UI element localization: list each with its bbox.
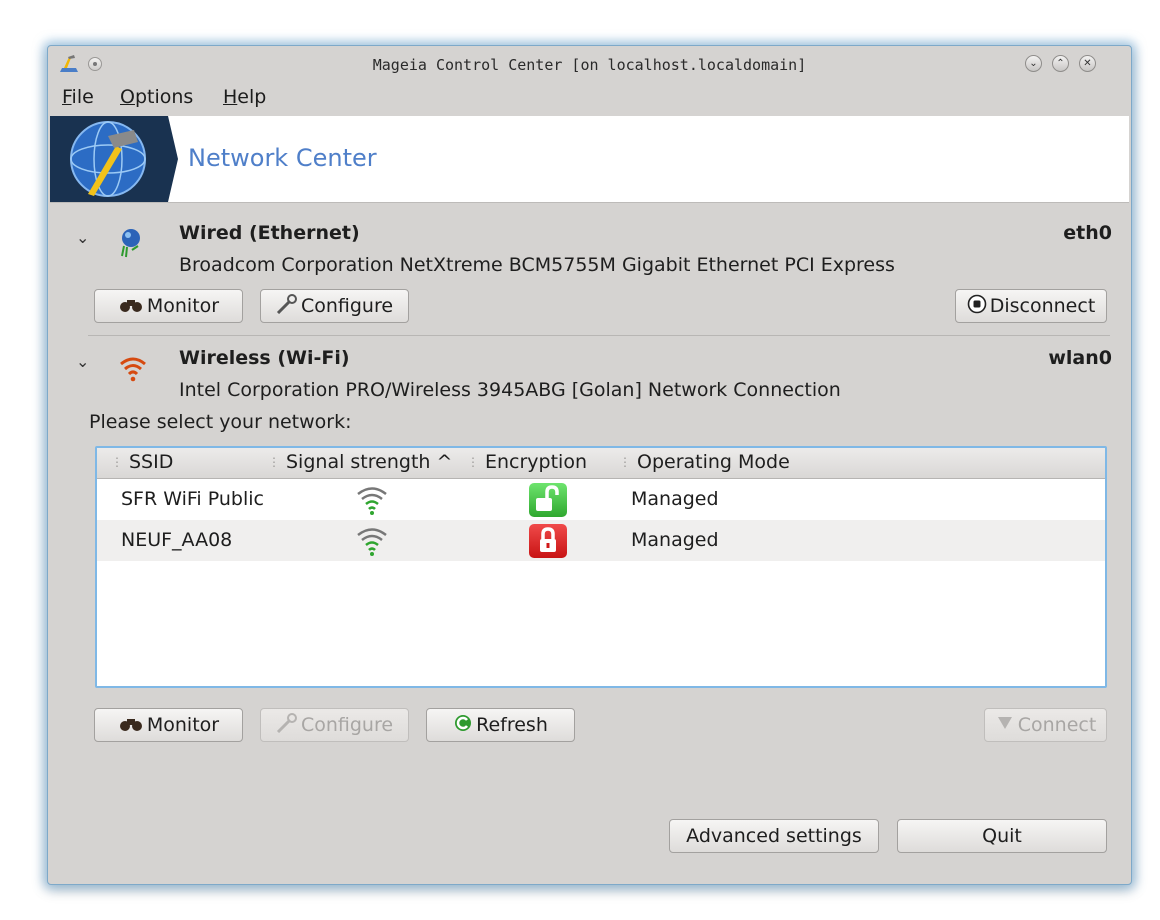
- wrench-icon: [276, 712, 298, 738]
- table-row[interactable]: NEUF_AA08 Managed: [97, 520, 1105, 561]
- column-grip-icon: ⋮: [111, 455, 123, 469]
- wireless-monitor-label: Monitor: [146, 714, 220, 736]
- column-mode-label: Operating Mode: [637, 451, 790, 473]
- network-select-prompt: Please select your network:: [89, 411, 352, 433]
- wireless-interface: wlan0: [1048, 347, 1112, 369]
- wired-disconnect-label: Disconnect: [989, 295, 1096, 317]
- wired-configure-button[interactable]: Configure: [260, 289, 409, 323]
- header-banner: Network Center: [50, 116, 1129, 203]
- wired-disconnect-button[interactable]: Disconnect: [955, 289, 1107, 323]
- maximize-icon[interactable]: ⌃: [1052, 55, 1069, 72]
- title-bar[interactable]: Mageia Control Center [on localhost.loca…: [48, 46, 1131, 84]
- wired-interface: eth0: [1063, 222, 1112, 244]
- binoculars-icon: [118, 714, 144, 736]
- minimize-icon[interactable]: ⌄: [1025, 55, 1042, 72]
- column-grip-icon: ⋮: [268, 455, 280, 469]
- advanced-settings-label: Advanced settings: [686, 825, 862, 847]
- wired-configure-label: Configure: [300, 295, 394, 317]
- menu-options-label: ptions: [134, 86, 194, 108]
- network-list-header: ⋮ SSID ⋮ Signal strength ^ ⋮ Encryption ⋮ Op…: [97, 448, 1105, 479]
- page-title: Network Center: [188, 144, 377, 172]
- column-grip-icon: ⋮: [619, 455, 631, 469]
- network-ssid: SFR WiFi Public: [121, 488, 264, 510]
- wired-monitor-label: Monitor: [146, 295, 220, 317]
- sort-ascending-icon: ^: [436, 451, 453, 473]
- wired-collapse-chevron-icon[interactable]: ⌄: [76, 228, 89, 247]
- menu-bar: File Options Help: [48, 84, 1131, 114]
- menu-file[interactable]: File: [62, 86, 94, 108]
- wired-description: Broadcom Corporation NetXtreme BCM5755M …: [179, 254, 895, 276]
- wireless-configure-button[interactable]: Configure: [260, 708, 409, 742]
- menu-help-mnemonic: H: [223, 86, 238, 108]
- menu-help[interactable]: Help: [223, 86, 266, 108]
- network-mode: Managed: [631, 529, 719, 551]
- unlocked-icon: [529, 483, 567, 517]
- wireless-configure-label: Configure: [300, 714, 394, 736]
- wired-title: Wired (Ethernet): [179, 222, 360, 244]
- quit-button[interactable]: Quit: [897, 819, 1107, 853]
- wireless-monitor-button[interactable]: Monitor: [94, 708, 243, 742]
- section-divider: [88, 335, 1110, 336]
- wireless-description: Intel Corporation PRO/Wireless 3945ABG […: [179, 379, 841, 401]
- close-icon[interactable]: ✕: [1079, 55, 1096, 72]
- connect-arrow-icon: [995, 713, 1015, 738]
- column-ssid-label: SSID: [129, 451, 174, 473]
- advanced-settings-button[interactable]: Advanced settings: [669, 819, 879, 853]
- locked-icon: [529, 524, 567, 558]
- wifi-device-icon: [118, 353, 148, 387]
- column-ssid[interactable]: ⋮ SSID: [111, 451, 173, 473]
- window-title: Mageia Control Center [on localhost.loca…: [372, 56, 807, 74]
- quit-label: Quit: [982, 825, 1022, 847]
- network-ssid: NEUF_AA08: [121, 529, 233, 551]
- refresh-button[interactable]: Refresh: [426, 708, 575, 742]
- menu-file-label: ile: [71, 86, 94, 108]
- menu-help-label: elp: [237, 86, 267, 108]
- column-encryption[interactable]: ⋮ Encryption: [467, 451, 587, 473]
- signal-strength-icon: [355, 483, 389, 521]
- wired-monitor-button[interactable]: Monitor: [94, 289, 243, 323]
- network-list[interactable]: ⋮ SSID ⋮ Signal strength ^ ⋮ Encryption ⋮ Op…: [95, 446, 1107, 688]
- refresh-label: Refresh: [476, 714, 548, 736]
- stop-icon: [967, 294, 987, 319]
- main-window: Mageia Control Center [on localhost.loca…: [47, 45, 1132, 885]
- signal-strength-icon: [355, 524, 389, 562]
- control-center-logo: [50, 116, 178, 202]
- column-grip-icon: ⋮: [467, 455, 479, 469]
- column-signal-strength[interactable]: ⋮ Signal strength ^: [268, 451, 452, 473]
- wireless-title: Wireless (Wi-Fi): [179, 347, 350, 369]
- connect-button[interactable]: Connect: [984, 708, 1107, 742]
- column-operating-mode[interactable]: ⋮ Operating Mode: [619, 451, 790, 473]
- menu-options-mnemonic: O: [120, 86, 135, 108]
- ethernet-device-icon: [118, 226, 144, 264]
- menu-file-mnemonic: F: [62, 86, 72, 108]
- menu-options[interactable]: Options: [120, 86, 193, 108]
- binoculars-icon: [118, 295, 144, 317]
- connect-label: Connect: [1017, 714, 1097, 736]
- table-row[interactable]: SFR WiFi Public Managed: [97, 479, 1105, 520]
- wireless-collapse-chevron-icon[interactable]: ⌄: [76, 352, 89, 371]
- wrench-icon: [276, 293, 298, 319]
- refresh-icon: [453, 713, 473, 738]
- network-mode: Managed: [631, 488, 719, 510]
- column-encryption-label: Encryption: [485, 451, 588, 473]
- column-signal-label: Signal strength: [286, 451, 431, 473]
